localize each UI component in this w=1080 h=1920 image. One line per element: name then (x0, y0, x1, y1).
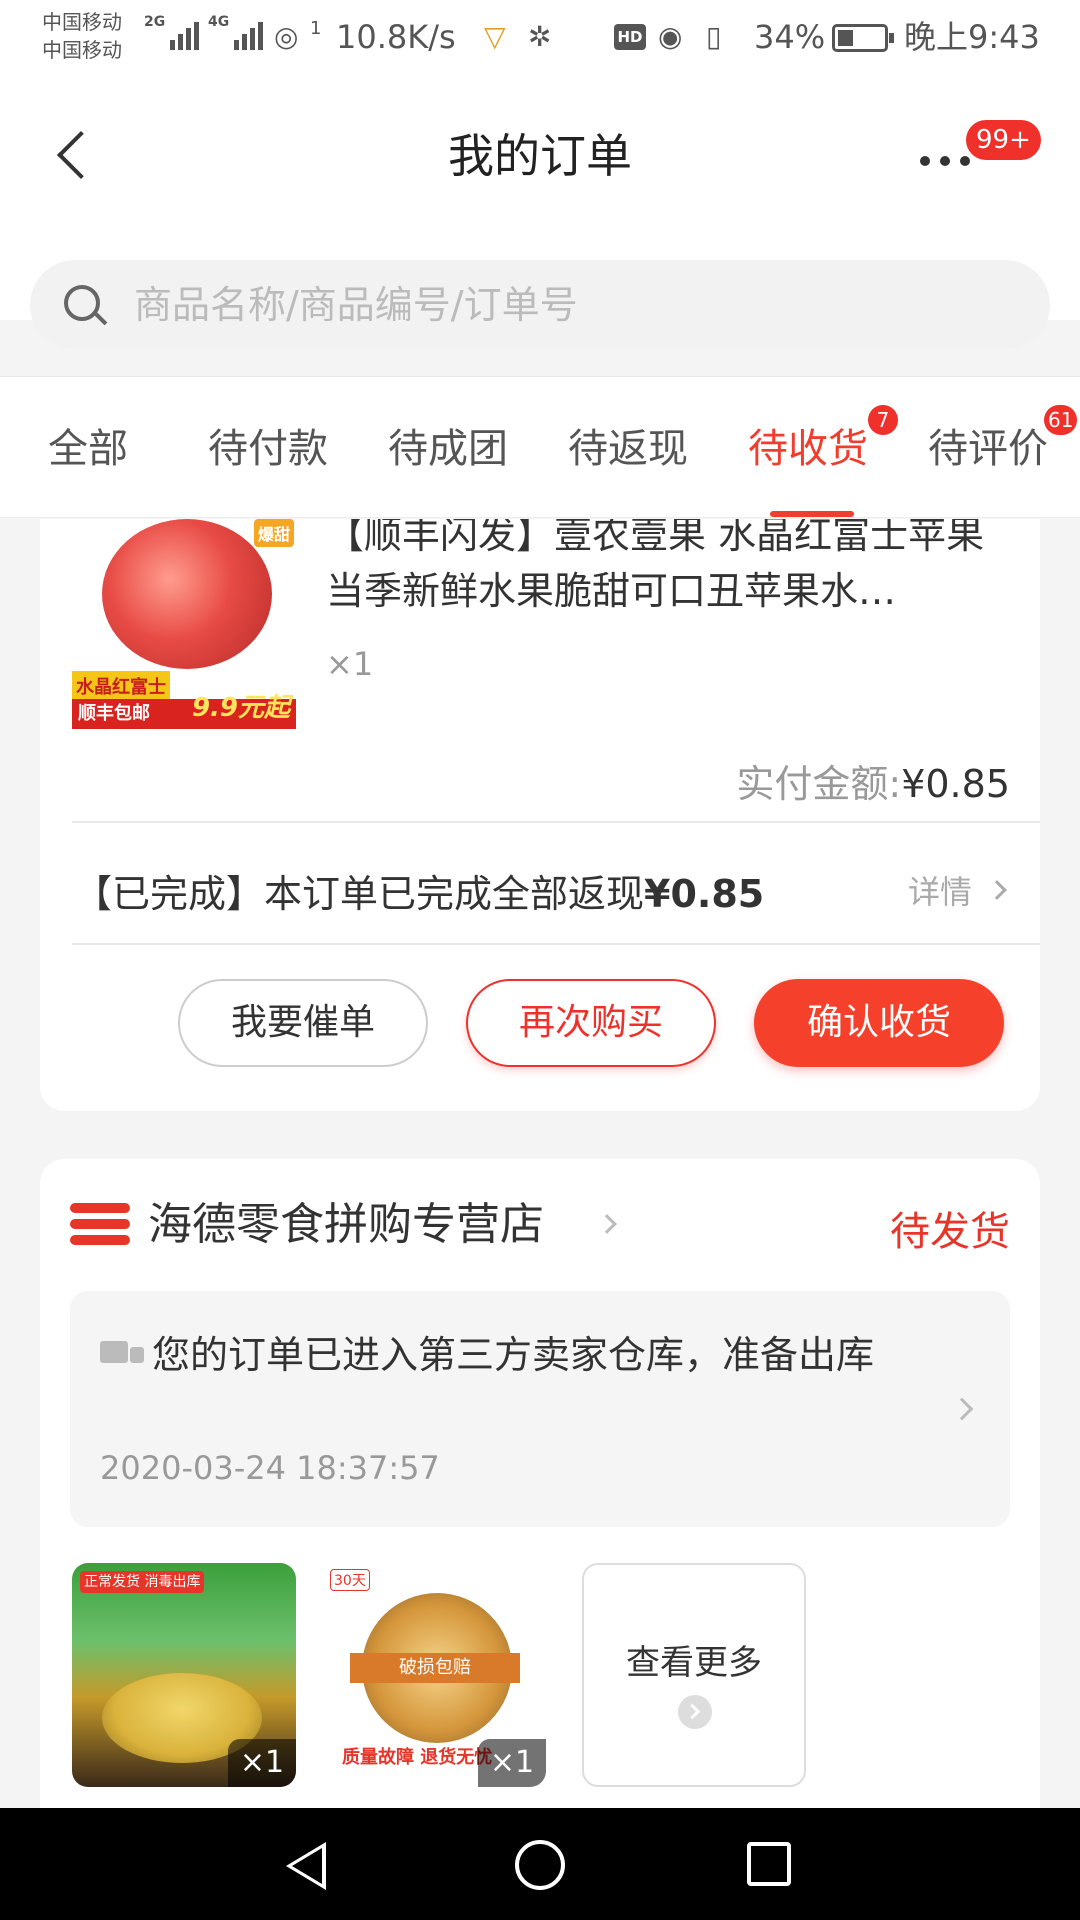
nav-home-icon[interactable] (515, 1840, 565, 1890)
carrier-labels: 中国移动 中国移动 (42, 8, 122, 64)
order-status: 待发货 (890, 1209, 1010, 1255)
network-speed: 10.8K/s (336, 18, 456, 56)
detail-label: 详情 (907, 873, 972, 911)
order-card: 爆甜 水晶红富士 顺丰包邮 9.9元起 【顺丰闪发】壹农壹果 水晶红富士苹果当季… (40, 519, 1040, 1111)
thumbnail-ribbon: 破损包赔 (350, 1653, 520, 1683)
header: 我的订单 99+ (0, 76, 1080, 350)
arrow-right-icon (678, 1695, 712, 1729)
net-type-2: 4G (208, 14, 230, 30)
image-price: 9.9元起 (191, 693, 290, 723)
message-badge: 99+ (966, 120, 1041, 160)
eye-icon: ◉ (658, 20, 683, 53)
logistics-info[interactable]: 您的订单已进入第三方卖家仓库，准备出库 2020-03-24 18:37:57 (70, 1291, 1010, 1527)
see-more-button[interactable]: 查看更多 (582, 1563, 806, 1787)
store-name[interactable]: 海德零食拼购专营店 (148, 1195, 544, 1255)
hd-icon: HD (614, 24, 646, 50)
store-logo-icon (70, 1203, 130, 1247)
order-list[interactable]: 爆甜 水晶红富士 顺丰包邮 9.9元起 【顺丰闪发】壹农壹果 水晶红富士苹果当季… (0, 519, 1080, 1809)
product-image-tag: 爆甜 (253, 519, 294, 547)
tab-pending-receipt[interactable]: 待收货 (748, 421, 868, 477)
clock: 晚上9:43 (904, 18, 1040, 56)
product-image-label: 水晶红富士 (72, 671, 170, 701)
active-tab-indicator (770, 511, 854, 517)
battery-icon (832, 24, 894, 52)
vibrate-icon: ▯ (706, 20, 722, 53)
notification-icon: ✲ (528, 20, 552, 53)
product-thumbnail[interactable]: 30天 破损包赔 质量故障 退货无忧 ×1 (322, 1563, 546, 1787)
carrier-1: 中国移动 (42, 10, 122, 34)
tab-pending-cashback[interactable]: 待返现 (568, 421, 688, 477)
confirm-receipt-button[interactable]: 确认收货 (754, 979, 1004, 1067)
product-image[interactable]: 爆甜 水晶红富士 顺丰包邮 9.9元起 (72, 519, 296, 729)
hotspot-count: 1 (310, 18, 322, 39)
urge-order-button[interactable]: 我要催单 (178, 979, 428, 1067)
divider (72, 943, 1040, 945)
cashback-status: 【已完成】本订单已完成全部返现¥0.85 (74, 863, 764, 918)
product-title[interactable]: 【顺丰闪发】壹农壹果 水晶红富士苹果当季新鲜水果脆甜可口丑苹果水… (326, 519, 1016, 619)
thumbnail-caption: 质量故障 退货无忧 (342, 1747, 493, 1768)
nav-recents-icon[interactable] (747, 1842, 791, 1886)
paid-label: 实付金额: (736, 762, 902, 806)
tab-all[interactable]: 全部 (48, 421, 128, 477)
shipping-label: 顺丰包邮 (78, 703, 150, 724)
signal-4g-icon: 4G (208, 14, 264, 50)
product-image-shipping: 顺丰包邮 9.9元起 (72, 693, 296, 729)
paid-value: ¥0.85 (901, 762, 1010, 806)
battery-percent: 34% (754, 18, 826, 56)
quantity-badge: ×1 (228, 1739, 296, 1787)
quantity-badge: ×1 (478, 1739, 546, 1787)
hotspot-icon: ◎ (274, 20, 299, 53)
chevron-right-icon (597, 1214, 617, 1234)
system-nav-bar (0, 1808, 1080, 1920)
divider (72, 821, 1040, 823)
logistics-message: 您的订单已进入第三方卖家仓库，准备出库 (152, 1333, 875, 1377)
shield-icon: ▽ (484, 20, 506, 53)
apple-image (102, 519, 272, 669)
tab-badge-receipt: 7 (868, 405, 898, 435)
cashback-amount: ¥0.85 (644, 872, 765, 916)
thumbnail-label: 30天 (330, 1569, 370, 1591)
order-card: 海德零食拼购专营店 待发货 您的订单已进入第三方卖家仓库，准备出库 2020-0… (40, 1159, 1040, 1809)
nav-back-icon[interactable] (286, 1842, 326, 1890)
tab-badge-review: 61 (1044, 405, 1078, 435)
buy-again-button[interactable]: 再次购买 (466, 979, 716, 1067)
product-quantity: ×1 (326, 645, 374, 683)
cashback-detail-link[interactable]: 详情 (907, 867, 1007, 913)
chevron-right-icon (987, 880, 1007, 900)
cashback-text: 【已完成】本订单已完成全部返现 (74, 872, 645, 916)
order-tabs: 全部 待付款 待成团 待返现 待收货 7 待评价 61 (0, 376, 1080, 518)
see-more-label: 查看更多 (626, 1643, 762, 1683)
search-bar[interactable] (30, 260, 1050, 350)
product-thumbnail[interactable]: 正常发货 消毒出库 ×1 (72, 1563, 296, 1787)
logistics-time: 2020-03-24 18:37:57 (100, 1449, 440, 1487)
thumbnail-label: 正常发货 消毒出库 (80, 1571, 205, 1593)
chevron-right-icon (950, 1397, 974, 1421)
tab-pending-group[interactable]: 待成团 (388, 421, 508, 477)
carrier-2: 中国移动 (42, 38, 122, 62)
tab-pending-payment[interactable]: 待付款 (208, 421, 328, 477)
signal-2g-icon: 2G (144, 14, 200, 50)
status-bar: 中国移动 中国移动 2G 4G ◎ 1 10.8K/s ▽ ✲ HD ◉ ▯ 3… (0, 0, 1080, 76)
tab-pending-review[interactable]: 待评价 (928, 421, 1048, 477)
search-input[interactable] (134, 260, 1014, 350)
search-icon (64, 285, 100, 321)
page-title: 我的订单 (448, 129, 632, 183)
net-type-1: 2G (144, 14, 166, 30)
paid-amount: 实付金额:¥0.85 (736, 753, 1010, 808)
